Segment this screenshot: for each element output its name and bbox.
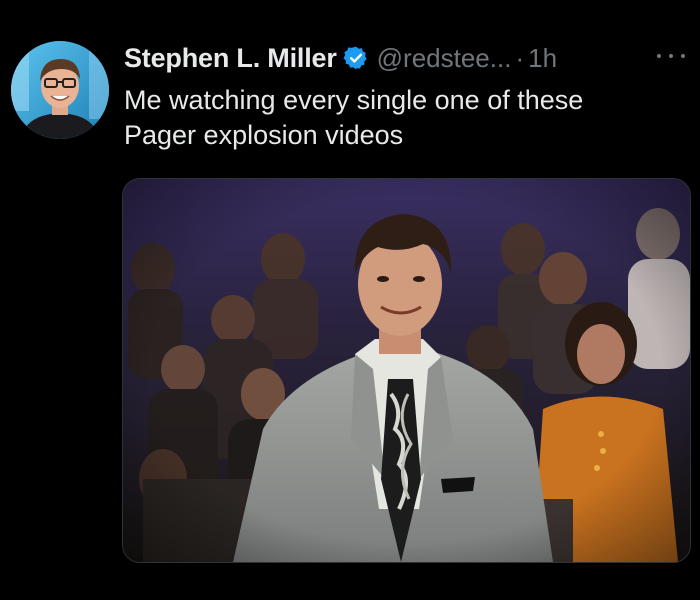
tweet-text: Me watching every single one of these Pa… xyxy=(124,83,684,153)
tweet-media[interactable] xyxy=(122,178,691,563)
tweet-header: Stephen L. Miller @redstee... · 1h xyxy=(124,40,557,76)
more-options-icon[interactable] xyxy=(657,46,685,66)
avatar[interactable] xyxy=(11,41,109,139)
more-dot xyxy=(681,54,685,58)
verified-badge-icon[interactable] xyxy=(343,45,369,71)
separator-dot: · xyxy=(515,42,525,73)
timestamp[interactable]: 1h xyxy=(528,43,557,74)
media-image xyxy=(123,179,690,562)
tweet[interactable]: Stephen L. Miller @redstee... · 1h Me wa… xyxy=(0,0,700,600)
tweet-text-line: Me watching every single one of these xyxy=(124,85,584,115)
display-name[interactable]: Stephen L. Miller xyxy=(124,43,337,74)
more-dot xyxy=(669,54,673,58)
avatar-image xyxy=(11,41,109,139)
more-dot xyxy=(657,54,661,58)
user-handle[interactable]: @redstee... xyxy=(377,43,512,74)
tweet-text-line: Pager explosion videos xyxy=(124,120,404,150)
